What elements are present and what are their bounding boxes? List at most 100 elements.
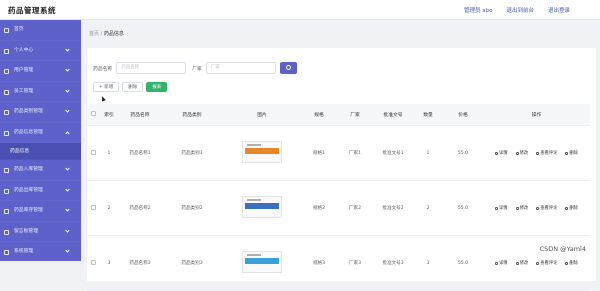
report-button[interactable]: 报表 — [146, 82, 167, 92]
cell-price: 55.0 — [443, 151, 483, 156]
sidebar-item[interactable]: 药品出库管理 — [0, 181, 81, 202]
sidebar-item[interactable]: 个人中心 — [0, 41, 81, 62]
search-bar: 药品名称 药品名称 厂家 厂家 — [93, 62, 297, 74]
delete-row-button[interactable]: 删除 — [565, 150, 578, 156]
sidebar-item-label: 系统管理 — [14, 249, 33, 254]
action-label: 详情 — [499, 150, 508, 156]
add-button[interactable]: + 新增 — [93, 82, 119, 92]
sidebar-item[interactable]: 系统管理 — [0, 242, 81, 261]
sidebar-item[interactable]: 药品类别管理 — [0, 102, 81, 123]
action-label: 删除 — [569, 205, 578, 211]
search-button[interactable] — [280, 62, 297, 74]
sidebar-item[interactable]: 首页 — [0, 20, 81, 41]
column-header: 厂家 — [337, 111, 373, 118]
header-front-link[interactable]: 退出到前台 — [506, 6, 534, 14]
chevron-down-icon — [65, 67, 69, 71]
action-icon — [536, 152, 539, 155]
edit-button[interactable]: 修改 — [516, 150, 529, 156]
column-header: 索引 — [99, 111, 119, 118]
column-header: 价格 — [443, 111, 483, 118]
cell-lic: 批准文号2 — [373, 205, 413, 211]
header-links: 管理员 abo 退出到前台 退出登录 — [464, 6, 570, 14]
detail-button[interactable]: 详情 — [495, 150, 508, 156]
menu-icon — [4, 131, 9, 136]
breadcrumb-home[interactable]: 首页 — [89, 31, 99, 37]
sidebar-item-label: 药品出库管理 — [14, 188, 43, 193]
row-actions: 详情 修改 查看评论 删除 — [483, 150, 590, 156]
header-user-link[interactable]: 管理员 abo — [464, 6, 492, 14]
row-checkbox[interactable] — [91, 260, 96, 265]
sidebar-item-label: 留言板管理 — [14, 229, 38, 234]
cell-mfr: 厂家1 — [337, 150, 373, 156]
drug-table: 索引药品名称药品类别图片规格厂家批准文号数量价格操作 1药品名称1药品类别1规格… — [87, 104, 590, 291]
action-icon — [495, 207, 498, 210]
sidebar-item[interactable]: 药品库存管理 — [0, 201, 81, 222]
column-header: 药品类别 — [161, 111, 223, 118]
menu-icon — [4, 250, 9, 255]
action-icon — [565, 262, 568, 265]
cell-spec: 规格1 — [301, 150, 337, 156]
chevron-down-icon — [65, 187, 69, 191]
chevron-down-icon — [65, 207, 69, 211]
app-title: 药品管理系统 — [8, 5, 56, 16]
action-icon — [536, 262, 539, 265]
drug-image-cell — [223, 141, 301, 165]
chevron-down-icon — [65, 131, 69, 135]
sidebar-item[interactable]: 留言板管理 — [0, 222, 81, 243]
sidebar-item[interactable]: 药品信息管理 — [0, 123, 81, 144]
detail-button[interactable]: 详情 — [495, 205, 508, 211]
main-content: 首页 / 药品信息 药品名称 药品名称 厂家 厂家 + 新增 删除 报表 索引药… — [81, 20, 600, 261]
drug-image-cell — [223, 251, 301, 275]
sidebar-item-label: 药品信息管理 — [14, 130, 43, 135]
row-checkbox[interactable] — [91, 150, 96, 155]
view-comments-button[interactable]: 查看评论 — [536, 205, 557, 211]
action-icon — [495, 262, 498, 265]
sidebar-item-label: 个人中心 — [14, 48, 33, 53]
cell-price: 55.0 — [443, 206, 483, 211]
delete-row-button[interactable]: 删除 — [565, 205, 578, 211]
breadcrumb-current: 药品信息 — [104, 31, 124, 37]
sidebar-item[interactable]: 员工管理 — [0, 82, 81, 103]
menu-icon — [4, 110, 9, 115]
sidebar-item-label: 员工管理 — [14, 89, 33, 94]
table-row: 1药品名称1药品类别1规格1厂家1批准文号1155.0详情修改查看评论删除 — [87, 126, 590, 181]
column-header: 药品名称 — [119, 111, 161, 118]
cell-spec: 规格2 — [301, 205, 337, 211]
sidebar-item-label: 药品入库管理 — [14, 167, 43, 172]
breadcrumb-separator: / — [101, 31, 103, 37]
delete-button[interactable]: 删除 — [122, 82, 143, 92]
action-icon — [536, 207, 539, 210]
action-bar: + 新增 删除 报表 — [93, 82, 167, 92]
cell-cat: 药品类别2 — [161, 205, 223, 211]
sidebar-item[interactable]: 用户管理 — [0, 61, 81, 82]
edit-button[interactable]: 修改 — [516, 205, 529, 211]
row-checkbox[interactable] — [91, 205, 96, 210]
menu-icon — [4, 230, 9, 235]
view-comments-button[interactable]: 查看评论 — [536, 150, 557, 156]
table-row: 2药品名称2药品类别2规格2厂家2批准文号2255.0详情修改查看评论删除 — [87, 181, 590, 236]
sidebar-item-label: 首页 — [14, 27, 24, 32]
watermark: CSDN @Yaml4 — [540, 245, 586, 253]
cell-idx: 2 — [99, 206, 119, 211]
drug-image — [242, 196, 282, 218]
menu-icon — [4, 189, 9, 194]
sidebar-item[interactable]: 药品入库管理 — [0, 160, 81, 181]
sidebar-subitem[interactable]: 药品信息 — [0, 143, 81, 160]
select-all-checkbox[interactable] — [91, 111, 96, 116]
search-name-input[interactable]: 药品名称 — [116, 62, 186, 74]
table-body: 1药品名称1药品类别1规格1厂家1批准文号1155.0详情修改查看评论删除2药品… — [87, 126, 590, 291]
cell-lic: 批准文号1 — [373, 150, 413, 156]
menu-icon — [4, 28, 9, 33]
cell-idx: 3 — [99, 261, 119, 266]
search-maker-input[interactable]: 厂家 — [206, 62, 276, 74]
action-label: 查看评论 — [540, 150, 557, 156]
chevron-down-icon — [65, 228, 69, 232]
search-label-maker: 厂家 — [192, 65, 202, 72]
row-checkbox-cell — [87, 205, 99, 212]
breadcrumb: 首页 / 药品信息 — [89, 30, 124, 37]
header-logout-link[interactable]: 退出登录 — [548, 6, 570, 14]
cell-name: 药品名称1 — [119, 150, 161, 156]
action-label: 修改 — [520, 150, 529, 156]
column-header — [87, 111, 99, 118]
search-label-name: 药品名称 — [93, 65, 112, 72]
